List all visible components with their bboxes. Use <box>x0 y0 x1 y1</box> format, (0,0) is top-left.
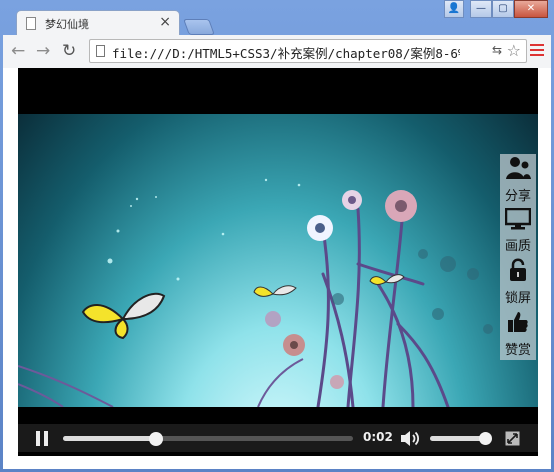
browser-toolbar: ← → ↻ file:///D:/HTML5+CSS3/补充案例/chapter… <box>3 35 551 68</box>
volume-level <box>430 436 486 441</box>
minimize-icon: — <box>476 3 486 14</box>
translate-icon[interactable]: ⇆ <box>492 43 502 57</box>
side-menu: 分享 画质 锁屏 赞赏 <box>500 154 536 360</box>
quality-button[interactable]: 画质 <box>500 207 536 254</box>
butterfly-large <box>81 292 166 340</box>
menu-bar-icon <box>530 49 544 51</box>
page-favicon-icon <box>26 17 36 30</box>
tab-title: 梦幻仙境 <box>45 18 89 31</box>
tab-close-icon[interactable]: × <box>159 14 171 30</box>
lock-screen-button[interactable]: 锁屏 <box>500 258 536 306</box>
share-users-icon <box>506 157 531 179</box>
player-control-bar: 0:02 <box>18 424 538 452</box>
page-content: 分享 画质 锁屏 赞赏 0:02 <box>3 68 551 469</box>
tab-strip: 梦幻仙境 × 👤 — ▢ ✕ <box>0 0 554 36</box>
bookmark-star-icon[interactable]: ☆ <box>507 41 521 60</box>
share-label: 分享 <box>504 189 531 204</box>
user-profile-button[interactable]: 👤 <box>444 0 464 18</box>
fantasy-scene-illustration <box>18 178 493 407</box>
user-icon: 👤 <box>447 3 461 14</box>
volume-slider[interactable] <box>430 432 493 445</box>
unlock-icon <box>510 258 526 281</box>
progress-played <box>63 436 156 441</box>
forward-button[interactable]: → <box>36 41 50 61</box>
fullscreen-icon[interactable] <box>505 431 520 446</box>
quality-label: 画质 <box>504 239 531 254</box>
progress-slider[interactable] <box>63 432 353 446</box>
address-url[interactable]: file:///D:/HTML5+CSS3/补充案例/chapter08/案例8… <box>112 43 460 62</box>
video-player[interactable]: 分享 画质 锁屏 赞赏 0:02 <box>18 68 538 456</box>
maximize-button[interactable]: ▢ <box>492 0 514 18</box>
browser-tab[interactable]: 梦幻仙境 × <box>16 10 180 36</box>
lock-screen-label: 锁屏 <box>504 291 531 306</box>
back-button[interactable]: ← <box>11 41 25 61</box>
current-time: 0:02 <box>363 430 393 444</box>
share-button[interactable]: 分享 <box>500 156 536 204</box>
volume-handle[interactable] <box>479 432 493 445</box>
reward-button[interactable]: 赞赏 <box>500 310 536 358</box>
browser-window: 梦幻仙境 × 👤 — ▢ ✕ ← → ↻ file:///D:/HTML5+CS… <box>0 0 554 472</box>
monitor-icon <box>504 207 532 230</box>
address-bar[interactable]: file:///D:/HTML5+CSS3/补充案例/chapter08/案例8… <box>89 39 527 63</box>
menu-bar-icon <box>530 44 544 46</box>
reload-button[interactable]: ↻ <box>62 41 76 61</box>
menu-bar-icon <box>530 54 544 56</box>
thumbs-up-icon <box>508 312 528 332</box>
volume-icon[interactable] <box>400 430 420 447</box>
maximize-icon: ▢ <box>498 3 508 14</box>
new-tab-button[interactable] <box>183 19 215 35</box>
close-window-button[interactable]: ✕ <box>514 0 548 18</box>
reward-label: 赞赏 <box>504 343 531 358</box>
minimize-button[interactable]: — <box>470 0 492 18</box>
page-icon <box>96 45 105 57</box>
video-frame <box>18 114 538 407</box>
close-icon: ✕ <box>526 3 536 14</box>
progress-handle[interactable] <box>148 432 163 446</box>
pause-icon[interactable] <box>35 431 49 446</box>
browser-menu-button[interactable] <box>530 44 544 59</box>
